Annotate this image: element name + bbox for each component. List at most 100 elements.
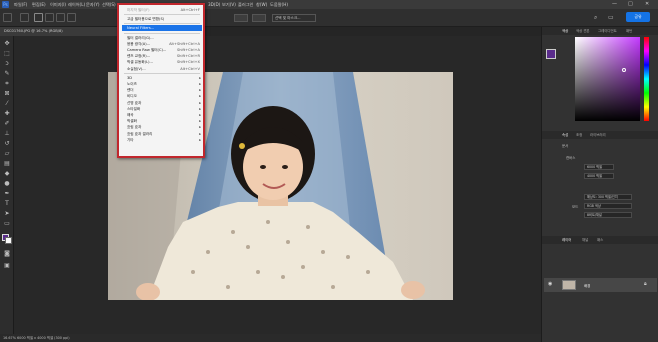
- search-icon[interactable]: ⌕: [594, 13, 603, 22]
- tab-color[interactable]: 색상: [562, 27, 568, 35]
- marquee-tool-icon[interactable]: [20, 13, 29, 22]
- screen-mode-icon[interactable]: ▣: [3, 262, 11, 270]
- tab-libraries[interactable]: 라이브러리: [590, 131, 606, 139]
- filter-menu-item[interactable]: 스타일화 ▸: [122, 106, 202, 112]
- subtract-selection-icon[interactable]: [56, 13, 65, 22]
- panel-foreground-swatch[interactable]: [546, 49, 556, 59]
- canvas-section-title[interactable]: 캔버스: [566, 155, 575, 160]
- menu-help[interactable]: 도움말(H): [270, 0, 288, 9]
- select-and-mask-button[interactable]: 선택 및 마스크...: [272, 14, 316, 22]
- tab-channels[interactable]: 채널: [582, 236, 588, 244]
- tab-layers[interactable]: 레이어: [562, 236, 571, 244]
- home-icon[interactable]: [3, 13, 12, 22]
- dodge-tool-icon[interactable]: ●: [3, 180, 11, 188]
- submenu-arrow-icon: ▸: [199, 137, 201, 142]
- tools-panel: ✥ ⬚ ↄ ✎ ⌗ ⊠ ⁄ ✚ ✐ ⊥ ↺ ▱ ▤ ◆ ● ✒ T ➤ ▭ ◙ …: [0, 36, 14, 334]
- eyedropper-tool-icon[interactable]: ⁄: [3, 100, 11, 108]
- quick-select-tool-icon[interactable]: ✎: [3, 70, 11, 78]
- crop-tool-icon[interactable]: ⌗: [3, 80, 11, 88]
- eraser-tool-icon[interactable]: ▱: [3, 150, 11, 158]
- rectangle-tool-icon[interactable]: ▭: [3, 220, 11, 228]
- pen-tool-icon[interactable]: ✒: [3, 190, 11, 198]
- menu-bar: Ps 파일(F) 편집(E) 이미지(I) 레이어(L) 문자(Y) 선택(S)…: [0, 0, 658, 9]
- gradient-tool-icon[interactable]: ▤: [3, 160, 11, 168]
- tab-adjustments[interactable]: 조정: [576, 131, 582, 139]
- brush-tool-icon[interactable]: ✐: [3, 120, 11, 128]
- color-field[interactable]: [575, 37, 640, 121]
- add-selection-icon[interactable]: [45, 13, 54, 22]
- menu-view[interactable]: 보기(V): [222, 0, 236, 9]
- visibility-eye-icon[interactable]: ◉: [548, 281, 552, 287]
- path-select-tool-icon[interactable]: ➤: [3, 210, 11, 218]
- tab-swatches[interactable]: 색상 견본: [576, 27, 590, 35]
- bit-depth-select[interactable]: 8비트/채널: [584, 212, 632, 218]
- menu-file[interactable]: 파일(F): [14, 0, 27, 9]
- workspace-icon[interactable]: ▭: [608, 13, 617, 22]
- menu-plugins[interactable]: 플러그인: [238, 0, 253, 9]
- filter-menu-item[interactable]: 마지막 필터(F) Alt+Ctrl+F: [122, 7, 202, 13]
- width-field[interactable]: [252, 14, 266, 22]
- tab-paths[interactable]: 패스: [597, 236, 603, 244]
- filter-menu-item[interactable]: 비디오 ▸: [122, 93, 202, 99]
- document-tab[interactable]: DSC01760.JPG @ 16.7% (RGB/8): [0, 27, 125, 36]
- tab-gradients[interactable]: 그레이디언트: [598, 27, 617, 35]
- filter-menu-item[interactable]: 픽셀 유동화(L)... Shift+Ctrl+X: [122, 59, 202, 65]
- healing-brush-tool-icon[interactable]: ✚: [3, 110, 11, 118]
- filter-menu-item[interactable]: Neural Filters...: [122, 25, 202, 32]
- blur-tool-icon[interactable]: ◆: [3, 170, 11, 178]
- filter-menu-item[interactable]: 소실점(V)... Alt+Ctrl+V: [122, 66, 202, 72]
- menu-layer[interactable]: 레이어(L): [68, 0, 85, 9]
- menu-item-label: 응용 광각(A)...: [127, 41, 151, 46]
- filter-menu-item[interactable]: 기타 ▸: [122, 137, 202, 143]
- mode-select[interactable]: RGB 색상: [584, 203, 632, 209]
- lasso-tool-icon[interactable]: ↄ: [3, 60, 11, 68]
- width-field[interactable]: 6000 픽셀: [584, 164, 614, 170]
- frame-tool-icon[interactable]: ⊠: [3, 90, 11, 98]
- filter-menu-item[interactable]: 흐림 효과 ▸: [122, 124, 202, 130]
- stamp-tool-icon[interactable]: ⊥: [3, 130, 11, 138]
- menu-edit[interactable]: 편집(E): [32, 0, 46, 9]
- menu-type[interactable]: 문자(Y): [86, 0, 100, 9]
- filter-menu-item[interactable]: Camera Raw 필터(C)... Shift+Ctrl+A: [122, 47, 202, 53]
- filter-menu-item[interactable]: 3D ▸: [122, 75, 202, 81]
- filter-menu-item[interactable]: 노이즈 ▸: [122, 81, 202, 87]
- filter-menu-item[interactable]: 흐림 효과 갤러리 ▸: [122, 131, 202, 137]
- marquee-tool-icon[interactable]: ⬚: [3, 50, 11, 58]
- submenu-arrow-icon: ▸: [199, 131, 201, 136]
- style-dropdown[interactable]: [234, 14, 248, 22]
- menu-image[interactable]: 이미지(I): [50, 0, 66, 9]
- new-selection-icon[interactable]: [34, 13, 43, 22]
- height-field[interactable]: 4000 픽셀: [584, 173, 614, 179]
- color-picker-cursor[interactable]: [622, 68, 626, 72]
- hue-slider[interactable]: [644, 37, 649, 121]
- move-tool-icon[interactable]: ✥: [3, 40, 11, 48]
- filter-menu-item[interactable]: 픽셀화 ▸: [122, 118, 202, 124]
- close-icon[interactable]: ✕: [645, 0, 649, 9]
- layers-panel-tabs: 레이어 채널 패스: [542, 236, 658, 244]
- menu-item-label: 픽셀화: [127, 119, 137, 124]
- filter-menu-item[interactable]: 응용 광각(A)... Alt+Shift+Ctrl+A: [122, 41, 202, 47]
- history-brush-tool-icon[interactable]: ↺: [3, 140, 11, 148]
- layer-row-background[interactable]: ◉ 배경 🔒︎: [544, 278, 657, 292]
- menu-3d[interactable]: 3D(D): [208, 0, 220, 9]
- filter-menu-item[interactable]: 왜곡 ▸: [122, 112, 202, 118]
- filter-menu-item[interactable]: 선명 효과 ▸: [122, 100, 202, 106]
- filter-menu-item[interactable]: 렌즈 교정(R)... Shift+Ctrl+R: [122, 53, 202, 59]
- tab-patterns[interactable]: 패턴: [626, 27, 632, 35]
- background-color-swatch[interactable]: [5, 237, 12, 244]
- filter-menu-item[interactable]: 필터 갤러리(G)...: [122, 35, 202, 41]
- menu-window[interactable]: 창(W): [256, 0, 267, 9]
- tab-properties[interactable]: 속성: [562, 131, 568, 139]
- quick-mask-icon[interactable]: ◙: [3, 250, 11, 258]
- menu-select[interactable]: 선택(S): [102, 0, 116, 9]
- submenu-arrow-icon: ▸: [199, 125, 201, 130]
- filter-menu-item[interactable]: 고급 필터용으로 변환(S): [122, 16, 202, 22]
- filter-menu-item[interactable]: 렌더 ▸: [122, 87, 202, 93]
- layer-name[interactable]: 배경: [584, 283, 590, 288]
- type-tool-icon[interactable]: T: [3, 200, 11, 208]
- intersect-selection-icon[interactable]: [67, 13, 76, 22]
- maximize-icon[interactable]: □: [628, 0, 633, 9]
- submenu-arrow-icon: ▸: [199, 106, 201, 111]
- minimize-icon[interactable]: —: [612, 0, 617, 9]
- share-button[interactable]: 공유: [626, 12, 650, 22]
